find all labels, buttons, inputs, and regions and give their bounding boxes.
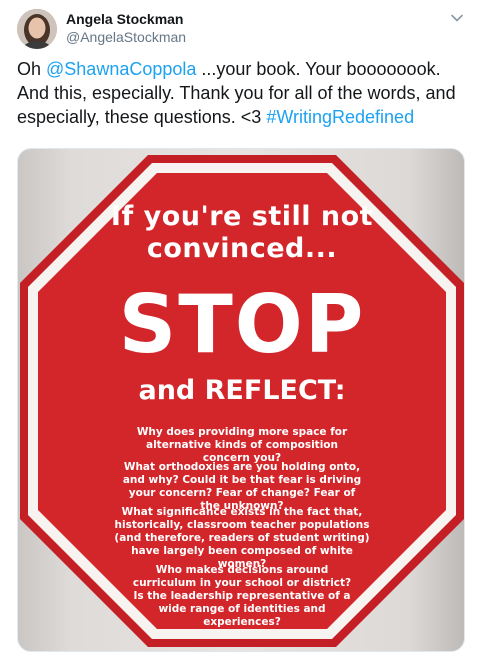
tweet-card: Angela Stockman @AngelaStockman Oh @Shaw…	[0, 0, 479, 662]
image-question: Who makes decisions around curriculum in…	[132, 564, 352, 628]
mention-link[interactable]: @ShawnaCoppola	[46, 59, 196, 79]
hashtag-link[interactable]: #WritingRedefined	[266, 107, 414, 127]
tweet-menu-button[interactable]	[449, 10, 465, 26]
image-reflect-heading: and REFLECT:	[138, 375, 346, 406]
image-heading: If you're still not convinced...	[110, 201, 374, 264]
chevron-down-icon	[451, 14, 463, 22]
author-name[interactable]: Angela Stockman	[66, 11, 183, 27]
tweet-text: Oh @ShawnaCoppola ...your book. Your boo…	[17, 57, 465, 129]
tweet-text-prefix: Oh	[17, 59, 47, 79]
avatar[interactable]	[17, 9, 57, 49]
image-question: What significance exists in the fact tha…	[114, 506, 370, 570]
tweet-image[interactable]: If you're still not convinced... STOP an…	[17, 148, 465, 652]
author-handle[interactable]: @AngelaStockman	[66, 29, 186, 45]
image-stop-word: STOP	[118, 278, 366, 371]
image-question: Why does providing more space for altern…	[136, 426, 348, 464]
